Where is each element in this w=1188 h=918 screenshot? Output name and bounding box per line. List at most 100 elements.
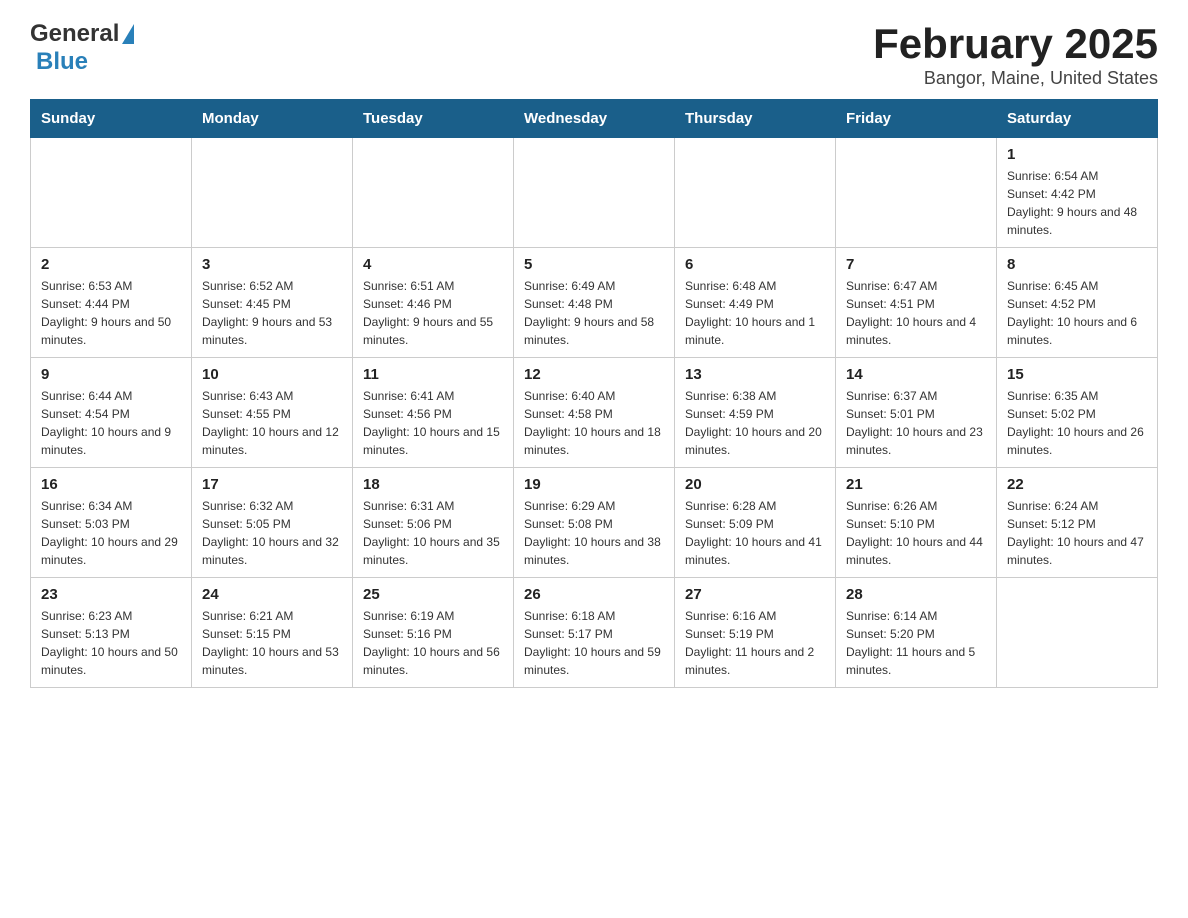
calendar-cell: 2Sunrise: 6:53 AM Sunset: 4:44 PM Daylig… [31,248,192,358]
calendar-cell: 9 Sunrise: 6:44 AM Sunset: 4:54 PM Daylig… [31,358,192,468]
week-row-5: 23Sunrise: 6:23 AM Sunset: 5:13 PM Dayli… [31,578,1158,688]
day-info: Sunrise: 6:38 AM Sunset: 4:59 PM Dayligh… [685,387,825,459]
calendar-cell: 7Sunrise: 6:47 AM Sunset: 4:51 PM Daylig… [836,248,997,358]
calendar-table: SundayMondayTuesdayWednesdayThursdayFrid… [30,99,1158,688]
day-number: 17 [202,476,342,493]
day-info: Sunrise: 6:40 AM Sunset: 4:58 PM Dayligh… [524,387,664,459]
page-title: February 2025 [873,20,1158,68]
day-number: 18 [363,476,503,493]
calendar-cell: 28 Sunrise: 6:14 AM Sunset: 5:20 PM Dayli… [836,578,997,688]
weekday-header-wednesday: Wednesday [514,100,675,138]
day-info: Sunrise: 6:19 AM Sunset: 5:16 PM Dayligh… [363,607,503,679]
day-number: 20 [685,476,825,493]
day-info: Sunrise: 6:52 AM Sunset: 4:45 PM Dayligh… [202,277,342,349]
calendar-cell: 23Sunrise: 6:23 AM Sunset: 5:13 PM Dayli… [31,578,192,688]
day-number: 21 [846,476,986,493]
day-number: 1 [1007,146,1147,163]
day-info: Sunrise: 6:35 AM Sunset: 5:02 PM Dayligh… [1007,387,1147,459]
calendar-cell: 22 Sunrise: 6:24 AM Sunset: 5:12 PM Dayli… [997,468,1158,578]
weekday-header-saturday: Saturday [997,100,1158,138]
day-info: Sunrise: 6:31 AM Sunset: 5:06 PM Dayligh… [363,497,503,569]
calendar-cell: 26 Sunrise: 6:18 AM Sunset: 5:17 PM Dayli… [514,578,675,688]
weekday-header-tuesday: Tuesday [353,100,514,138]
day-info: Sunrise: 6:49 AM Sunset: 4:48 PM Dayligh… [524,277,664,349]
day-number: 25 [363,586,503,603]
calendar-cell: 6 Sunrise: 6:48 AM Sunset: 4:49 PM Daylig… [675,248,836,358]
calendar-cell: 15 Sunrise: 6:35 AM Sunset: 5:02 PM Dayli… [997,358,1158,468]
calendar-cell: 21 Sunrise: 6:26 AM Sunset: 5:10 PM Dayli… [836,468,997,578]
weekday-header-monday: Monday [192,100,353,138]
calendar-cell: 11 Sunrise: 6:41 AM Sunset: 4:56 PM Dayli… [353,358,514,468]
logo-general-text: General [30,20,119,48]
weekday-header-sunday: Sunday [31,100,192,138]
day-number: 6 [685,256,825,273]
day-info: Sunrise: 6:45 AM Sunset: 4:52 PM Dayligh… [1007,277,1147,349]
day-number: 28 [846,586,986,603]
calendar-cell: 18 Sunrise: 6:31 AM Sunset: 5:06 PM Dayli… [353,468,514,578]
calendar-cell: 20 Sunrise: 6:28 AM Sunset: 5:09 PM Dayli… [675,468,836,578]
calendar-cell [353,138,514,248]
day-number: 15 [1007,366,1147,383]
day-info: Sunrise: 6:34 AM Sunset: 5:03 PM Dayligh… [41,497,181,569]
calendar-cell: 25 Sunrise: 6:19 AM Sunset: 5:16 PM Dayli… [353,578,514,688]
day-info: Sunrise: 6:54 AM Sunset: 4:42 PM Dayligh… [1007,167,1147,239]
calendar-header-row: SundayMondayTuesdayWednesdayThursdayFrid… [31,100,1158,138]
calendar-cell: 5 Sunrise: 6:49 AM Sunset: 4:48 PM Daylig… [514,248,675,358]
calendar-cell: 10 Sunrise: 6:43 AM Sunset: 4:55 PM Dayli… [192,358,353,468]
calendar-cell [997,578,1158,688]
calendar-cell [675,138,836,248]
page-subtitle: Bangor, Maine, United States [873,68,1158,89]
day-info: Sunrise: 6:41 AM Sunset: 4:56 PM Dayligh… [363,387,503,459]
week-row-3: 9 Sunrise: 6:44 AM Sunset: 4:54 PM Daylig… [31,358,1158,468]
week-row-2: 2Sunrise: 6:53 AM Sunset: 4:44 PM Daylig… [31,248,1158,358]
day-number: 3 [202,256,342,273]
day-info: Sunrise: 6:51 AM Sunset: 4:46 PM Dayligh… [363,277,503,349]
calendar-cell: 17 Sunrise: 6:32 AM Sunset: 5:05 PM Dayli… [192,468,353,578]
calendar-cell: 16Sunrise: 6:34 AM Sunset: 5:03 PM Dayli… [31,468,192,578]
day-number: 11 [363,366,503,383]
day-number: 26 [524,586,664,603]
day-number: 12 [524,366,664,383]
day-info: Sunrise: 6:26 AM Sunset: 5:10 PM Dayligh… [846,497,986,569]
page-header: General Blue February 2025 Bangor, Maine… [30,20,1158,89]
day-number: 5 [524,256,664,273]
calendar-cell: 24 Sunrise: 6:21 AM Sunset: 5:15 PM Dayli… [192,578,353,688]
logo: General Blue [30,20,134,76]
day-number: 10 [202,366,342,383]
day-info: Sunrise: 6:28 AM Sunset: 5:09 PM Dayligh… [685,497,825,569]
day-number: 8 [1007,256,1147,273]
calendar-cell [192,138,353,248]
calendar-cell: 27Sunrise: 6:16 AM Sunset: 5:19 PM Dayli… [675,578,836,688]
day-info: Sunrise: 6:29 AM Sunset: 5:08 PM Dayligh… [524,497,664,569]
day-info: Sunrise: 6:24 AM Sunset: 5:12 PM Dayligh… [1007,497,1147,569]
calendar-cell: 4 Sunrise: 6:51 AM Sunset: 4:46 PM Daylig… [353,248,514,358]
calendar-cell: 1 Sunrise: 6:54 AM Sunset: 4:42 PM Daylig… [997,138,1158,248]
day-info: Sunrise: 6:18 AM Sunset: 5:17 PM Dayligh… [524,607,664,679]
day-number: 27 [685,586,825,603]
calendar-cell: 8 Sunrise: 6:45 AM Sunset: 4:52 PM Daylig… [997,248,1158,358]
day-number: 4 [363,256,503,273]
day-number: 2 [41,256,181,273]
day-number: 23 [41,586,181,603]
day-info: Sunrise: 6:48 AM Sunset: 4:49 PM Dayligh… [685,277,825,349]
day-number: 13 [685,366,825,383]
day-info: Sunrise: 6:32 AM Sunset: 5:05 PM Dayligh… [202,497,342,569]
day-number: 19 [524,476,664,493]
logo-triangle-icon [122,24,134,44]
day-number: 24 [202,586,342,603]
day-number: 22 [1007,476,1147,493]
calendar-cell [31,138,192,248]
day-number: 9 [41,366,181,383]
day-info: Sunrise: 6:43 AM Sunset: 4:55 PM Dayligh… [202,387,342,459]
title-block: February 2025 Bangor, Maine, United Stat… [873,20,1158,89]
day-info: Sunrise: 6:21 AM Sunset: 5:15 PM Dayligh… [202,607,342,679]
calendar-cell: 13 Sunrise: 6:38 AM Sunset: 4:59 PM Dayli… [675,358,836,468]
week-row-4: 16Sunrise: 6:34 AM Sunset: 5:03 PM Dayli… [31,468,1158,578]
day-info: Sunrise: 6:47 AM Sunset: 4:51 PM Dayligh… [846,277,986,349]
calendar-cell: 14Sunrise: 6:37 AM Sunset: 5:01 PM Dayli… [836,358,997,468]
day-info: Sunrise: 6:14 AM Sunset: 5:20 PM Dayligh… [846,607,986,679]
logo-blue-text: Blue [36,48,88,76]
calendar-cell: 3 Sunrise: 6:52 AM Sunset: 4:45 PM Daylig… [192,248,353,358]
day-info: Sunrise: 6:44 AM Sunset: 4:54 PM Dayligh… [41,387,181,459]
calendar-cell: 12 Sunrise: 6:40 AM Sunset: 4:58 PM Dayli… [514,358,675,468]
